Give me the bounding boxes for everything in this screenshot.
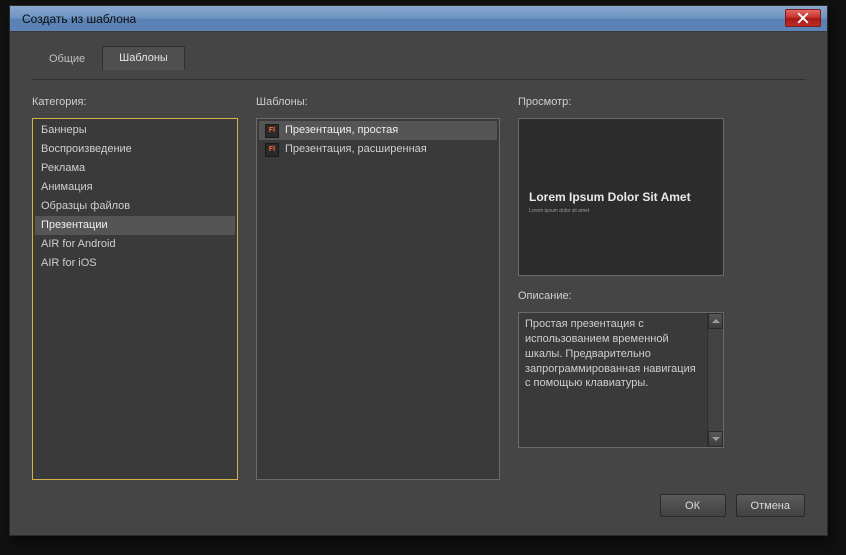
templates-label: Шаблоны: (256, 96, 500, 110)
category-item[interactable]: Воспроизведение (35, 140, 235, 159)
tab-templates[interactable]: Шаблоны (102, 46, 185, 70)
category-listbox[interactable]: БаннерыВоспроизведениеРекламаАнимацияОбр… (32, 118, 238, 480)
category-item[interactable]: AIR for iOS (35, 254, 235, 273)
description-box: Простая презентация с использованием вре… (518, 312, 724, 448)
scrollbar-track[interactable] (708, 329, 723, 431)
preview-subtitle: Lorem ipsum dolor sit amet (529, 208, 713, 215)
category-item[interactable]: Презентации (35, 216, 235, 235)
preview-label: Просмотр: (518, 96, 805, 110)
cancel-button[interactable]: Отмена (736, 494, 805, 517)
chevron-down-icon (712, 435, 720, 443)
preview-area: Lorem Ipsum Dolor Sit Amet Lorem ipsum d… (518, 118, 724, 276)
scroll-up-button[interactable] (708, 313, 723, 329)
template-item[interactable]: Fl Презентация, расширенная (259, 140, 497, 159)
tab-general[interactable]: Общие (32, 46, 102, 70)
tab-bar: Общие Шаблоны (32, 46, 805, 70)
scroll-down-button[interactable] (708, 431, 723, 447)
category-item[interactable]: AIR for Android (35, 235, 235, 254)
template-item-label: Презентация, простая (285, 121, 398, 140)
category-item[interactable]: Баннеры (35, 121, 235, 140)
ok-button[interactable]: ОК (660, 494, 726, 517)
close-icon (797, 12, 809, 24)
flash-file-icon: Fl (265, 124, 279, 138)
category-item[interactable]: Образцы файлов (35, 197, 235, 216)
category-item[interactable]: Реклама (35, 159, 235, 178)
templates-listbox[interactable]: Fl Презентация, простая Fl Презентация, рас… (256, 118, 500, 480)
flash-file-icon: Fl (265, 143, 279, 157)
description-scrollbar[interactable] (707, 313, 723, 447)
category-item[interactable]: Анимация (35, 178, 235, 197)
titlebar[interactable]: Создать из шаблона (10, 6, 827, 32)
category-label: Категория: (32, 96, 238, 110)
description-text: Простая презентация с использованием вре… (519, 313, 707, 447)
description-label: Описание: (518, 290, 805, 304)
template-item-label: Презентация, расширенная (285, 140, 427, 159)
close-button[interactable] (785, 9, 821, 27)
preview-title: Lorem Ipsum Dolor Sit Amet (529, 190, 713, 204)
window-title: Создать из шаблона (22, 12, 136, 26)
template-item[interactable]: Fl Презентация, простая (259, 121, 497, 140)
dialog-window: Создать из шаблона Общие Шаблоны Категор… (9, 5, 828, 536)
chevron-up-icon (712, 317, 720, 325)
